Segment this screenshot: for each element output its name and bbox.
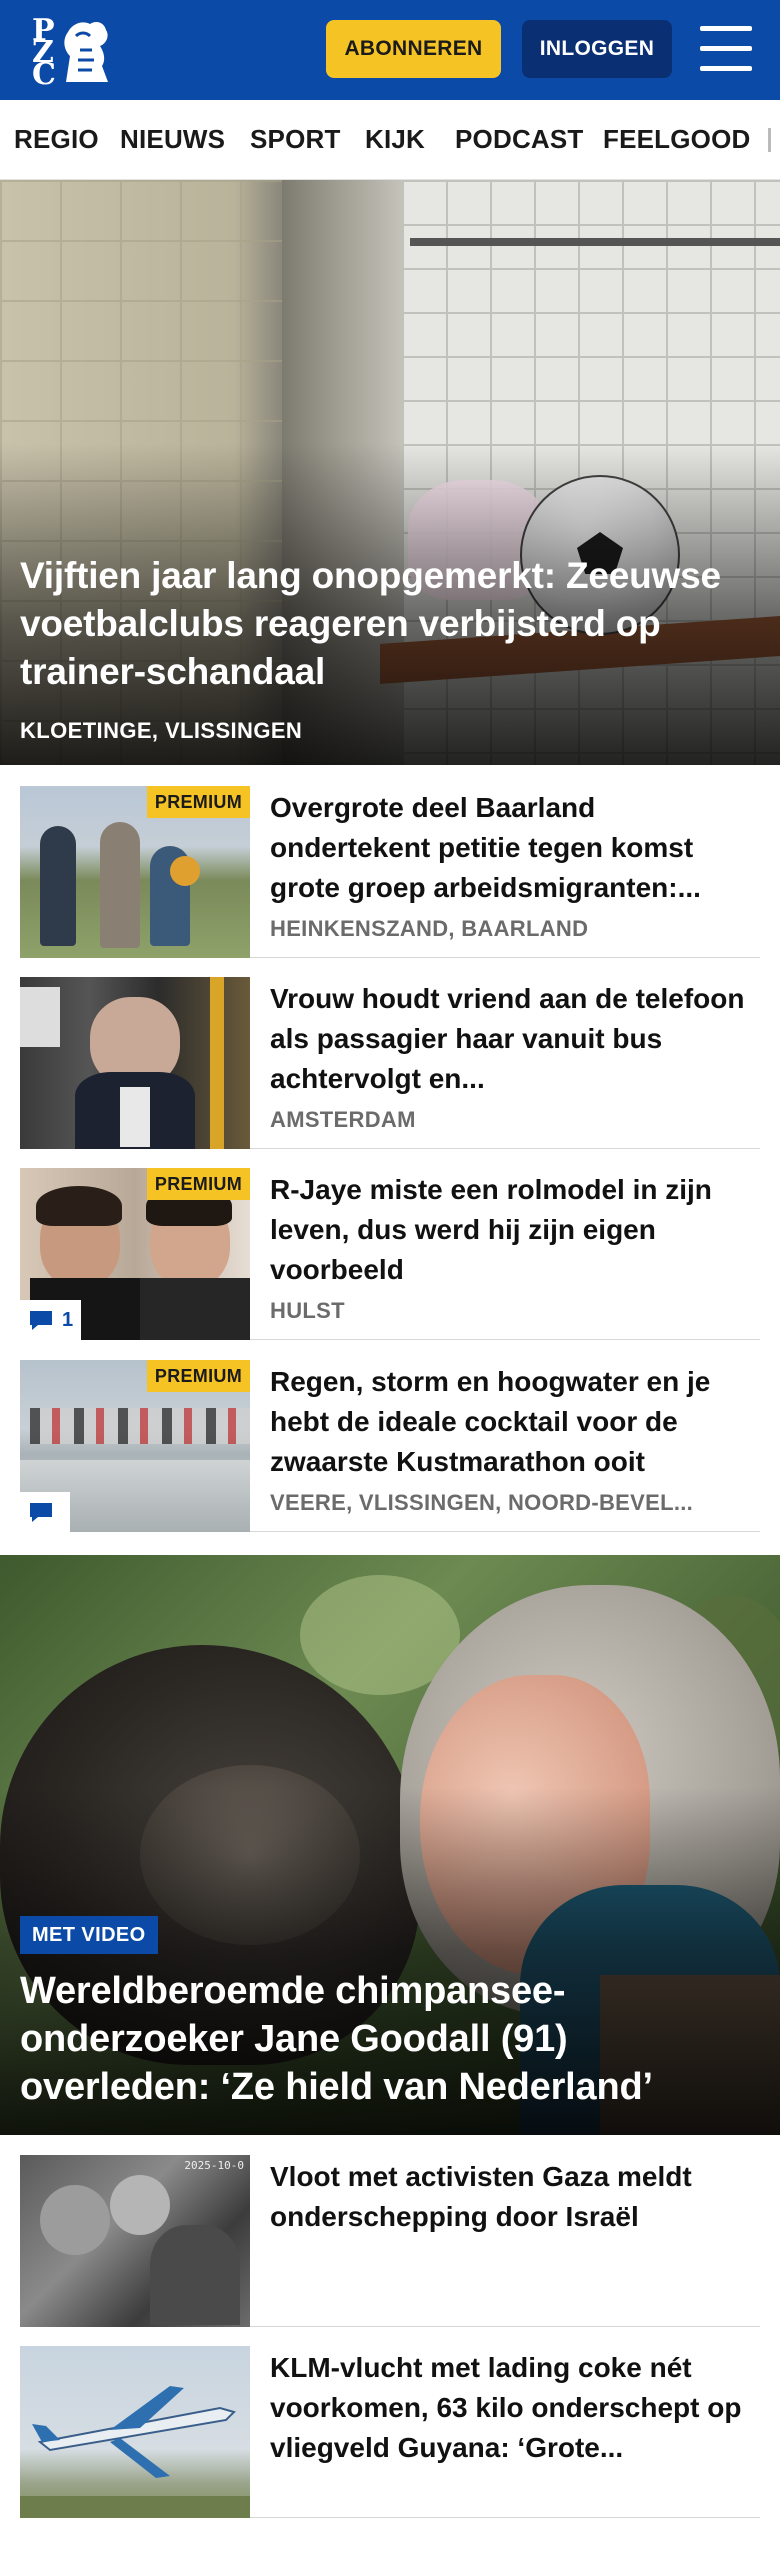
login-button[interactable]: INLOGGEN: [522, 20, 672, 78]
timestamp-overlay: 2025-10-0: [184, 2159, 244, 2172]
nav-item-kijk[interactable]: KIJK: [365, 124, 425, 155]
article-thumbnail: 2025-10-0: [20, 2155, 250, 2327]
article-location: HEINKENSZAND, BAARLAND: [270, 916, 589, 941]
nav-item-nieuws[interactable]: NIEUWS: [120, 124, 225, 155]
comment-icon: [30, 1503, 52, 1522]
article-title[interactable]: R-Jaye miste een rolmodel in zijn leven,…: [270, 1170, 760, 1290]
site-header: PZC ABONNEREN INLOGGEN: [0, 0, 780, 100]
hero-headline[interactable]: Vijftien jaar lang onopgemerkt: Zeeuwse …: [20, 552, 740, 696]
comment-icon: [30, 1311, 52, 1330]
nav-item-podcast[interactable]: PODCAST: [455, 124, 584, 155]
article-title[interactable]: Vrouw houdt vriend aan de telefoon als p…: [270, 979, 760, 1099]
article-thumbnail: [20, 2346, 250, 2518]
hamburger-line: [700, 46, 752, 51]
hero-location: KLOETINGE, VLISSINGEN: [20, 718, 303, 743]
article-location: HULST: [270, 1298, 345, 1323]
comment-count[interactable]: 1: [20, 1300, 82, 1340]
article-thumbnail: PREMIUM 1: [20, 1168, 250, 1340]
article-thumbnail: PREMIUM: [20, 1360, 250, 1532]
nav-item-regio[interactable]: REGIO: [14, 124, 99, 155]
hamburger-line: [700, 26, 752, 31]
nav-item-feelgood[interactable]: FEELGOOD: [603, 124, 751, 155]
hero2-headline[interactable]: Wereldberoemde chimpansee-onderzoeker Ja…: [20, 1967, 750, 2111]
premium-badge: PREMIUM: [146, 1168, 250, 1200]
featured-video-article[interactable]: MET VIDEO Wereldberoemde chimpansee-onde…: [0, 1555, 780, 2135]
article-thumbnail: PREMIUM: [20, 786, 250, 958]
article-location: VEERE, VLISSINGEN, NOORD-BEVEL...: [270, 1490, 694, 1515]
airplane-icon: [32, 2386, 236, 2478]
list-item[interactable]: PREMIUM 1 R-Jaye miste een rolmodel in z…: [20, 1168, 760, 1340]
subscribe-button[interactable]: ABONNEREN: [326, 20, 501, 78]
nav-overflow-hint: [768, 128, 771, 152]
hamburger-menu-icon[interactable]: [700, 24, 752, 74]
comment-count[interactable]: [20, 1492, 70, 1532]
list-item[interactable]: PREMIUM Overgrote deel Baarland ondertek…: [20, 786, 760, 958]
pzc-logo[interactable]: PZC: [26, 12, 116, 90]
video-badge: MET VIDEO: [20, 1916, 158, 1954]
hamburger-line: [700, 66, 752, 71]
article-title[interactable]: Vloot met activisten Gaza meldt ondersch…: [270, 2157, 760, 2237]
article-title[interactable]: Overgrote deel Baarland ondertekent peti…: [270, 788, 760, 908]
article-title[interactable]: KLM-vlucht met lading coke nét voorkomen…: [270, 2348, 760, 2468]
section-nav: REGIO NIEUWS SPORT KIJK PODCAST FEELGOOD: [0, 100, 780, 180]
list-item[interactable]: 2025-10-0 Vloot met activisten Gaza meld…: [20, 2155, 760, 2327]
list-item[interactable]: Vrouw houdt vriend aan de telefoon als p…: [20, 977, 760, 1149]
hero-article[interactable]: Vijftien jaar lang onopgemerkt: Zeeuwse …: [0, 180, 780, 765]
lion-crest-icon: [64, 22, 108, 82]
article-title[interactable]: Regen, storm en hoogwater en je hebt de …: [270, 1362, 760, 1482]
list-item[interactable]: PREMIUM Regen, storm en hoogwater en je …: [20, 1360, 760, 1532]
premium-badge: PREMIUM: [146, 786, 250, 818]
list-item[interactable]: KLM-vlucht met lading coke nét voorkomen…: [20, 2346, 760, 2518]
nav-item-sport[interactable]: SPORT: [250, 124, 341, 155]
article-location: AMSTERDAM: [270, 1107, 416, 1132]
premium-badge: PREMIUM: [146, 1360, 250, 1392]
article-thumbnail: [20, 977, 250, 1149]
comment-count-value: 1: [62, 1308, 74, 1331]
